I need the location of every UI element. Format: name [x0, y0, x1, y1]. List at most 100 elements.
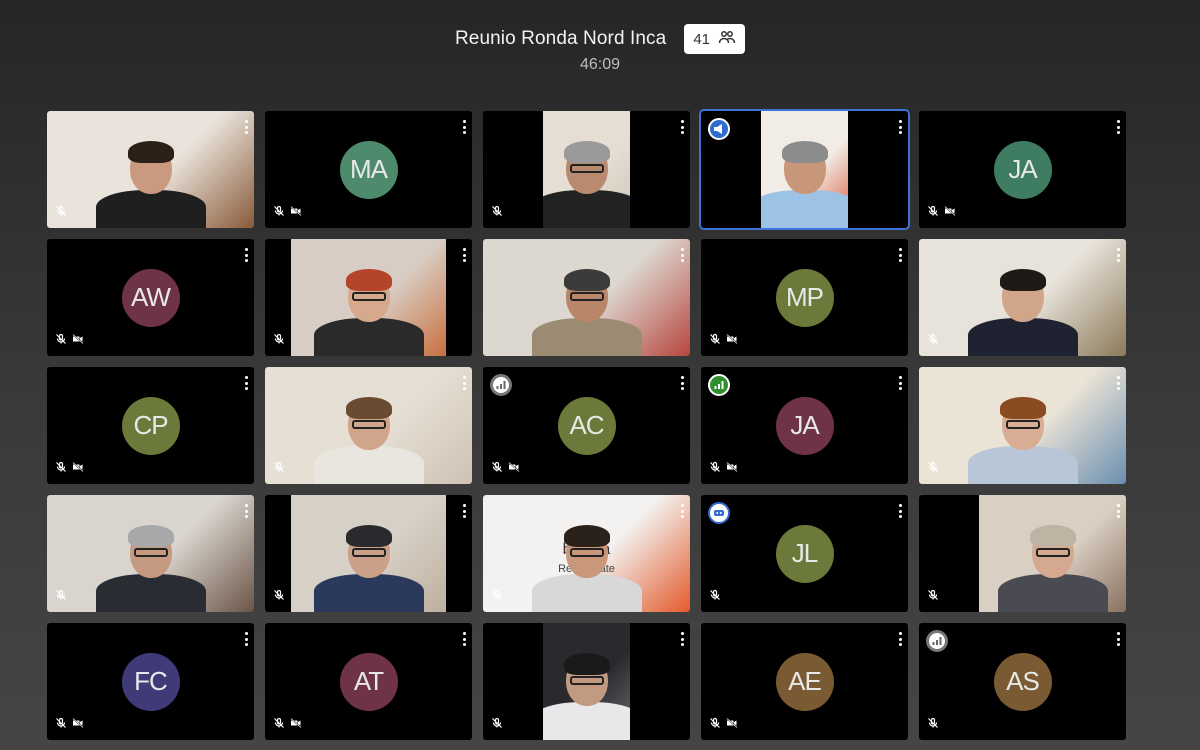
participant-tile[interactable]: JA — [919, 111, 1126, 228]
participant-avatar: AC — [557, 396, 616, 455]
participant-grid: MA JA AW MP CP AC JA biliariaReal Estate JL FC AT A… — [47, 111, 1126, 740]
camera-off-icon — [726, 332, 738, 350]
participant-tile[interactable]: MA — [265, 111, 472, 228]
status-icons — [927, 460, 939, 478]
more-options-icon[interactable] — [1116, 632, 1120, 646]
camera-off-icon — [726, 460, 738, 478]
participant-tile[interactable]: biliariaReal Estate — [483, 495, 690, 612]
more-options-icon[interactable] — [462, 120, 466, 134]
participant-tile[interactable] — [919, 367, 1126, 484]
more-options-icon[interactable] — [898, 376, 902, 390]
more-options-icon[interactable] — [462, 632, 466, 646]
more-options-icon[interactable] — [462, 504, 466, 518]
mic-muted-icon — [55, 716, 67, 734]
glasses — [569, 292, 604, 301]
mic-muted-icon — [491, 204, 503, 222]
participant-tile[interactable]: AW — [47, 239, 254, 356]
status-icons — [927, 332, 939, 350]
more-options-icon[interactable] — [898, 120, 902, 134]
status-icons — [709, 716, 738, 734]
participant-count-button[interactable]: 41 — [684, 24, 746, 54]
participant-tile[interactable]: CP — [47, 367, 254, 484]
person-body — [531, 318, 642, 356]
more-options-icon[interactable] — [462, 376, 466, 390]
more-options-icon[interactable] — [680, 120, 684, 134]
participant-tile[interactable]: MP — [701, 239, 908, 356]
participant-avatar: FC — [121, 652, 180, 711]
person-body — [997, 574, 1108, 612]
more-options-icon[interactable] — [462, 248, 466, 262]
person-silhouette — [95, 141, 206, 228]
more-options-icon[interactable] — [680, 504, 684, 518]
person-silhouette — [543, 141, 630, 228]
participant-tile[interactable] — [47, 111, 254, 228]
person-body — [543, 702, 630, 740]
status-icons — [273, 588, 285, 606]
mic-muted-icon — [55, 460, 67, 478]
participant-avatar: CP — [121, 396, 180, 455]
camera-off-icon — [508, 460, 520, 478]
participant-tile[interactable] — [483, 623, 690, 740]
audio-level-icon — [708, 374, 730, 396]
person-silhouette — [967, 269, 1078, 356]
more-options-icon[interactable] — [244, 120, 248, 134]
participant-tile[interactable]: JL — [701, 495, 908, 612]
more-options-icon[interactable] — [1116, 504, 1120, 518]
participant-tile[interactable]: AT — [265, 623, 472, 740]
participant-tile[interactable] — [701, 111, 908, 228]
participant-tile[interactable]: AS — [919, 623, 1126, 740]
glasses — [133, 548, 168, 557]
person-body — [967, 318, 1078, 356]
mic-muted-icon — [273, 204, 285, 222]
person-silhouette — [761, 141, 848, 228]
participant-tile[interactable]: JA — [701, 367, 908, 484]
more-options-icon[interactable] — [244, 376, 248, 390]
participant-tile[interactable] — [483, 111, 690, 228]
person-silhouette — [967, 397, 1078, 484]
more-options-icon[interactable] — [1116, 120, 1120, 134]
status-icons — [491, 588, 503, 606]
video-young-man — [919, 239, 1126, 356]
glasses — [351, 420, 386, 429]
participant-avatar: MP — [775, 268, 834, 327]
participant-tile[interactable] — [265, 367, 472, 484]
participant-tile[interactable] — [919, 495, 1126, 612]
participant-tile[interactable]: AC — [483, 367, 690, 484]
participant-avatar: MA — [339, 140, 398, 199]
more-options-icon[interactable] — [244, 248, 248, 262]
participant-tile[interactable] — [47, 495, 254, 612]
person-silhouette — [313, 397, 424, 484]
mic-muted-icon — [55, 204, 67, 222]
more-options-icon[interactable] — [1116, 376, 1120, 390]
elapsed-time: 46:09 — [579, 56, 621, 73]
people-icon — [718, 28, 736, 50]
participant-tile[interactable] — [919, 239, 1126, 356]
presenting-icon — [708, 118, 730, 140]
camera-off-icon — [290, 716, 302, 734]
glasses — [1035, 548, 1070, 557]
person-hair — [781, 141, 828, 163]
participant-tile[interactable]: AE — [701, 623, 908, 740]
status-icons — [273, 204, 302, 222]
status-icons — [491, 460, 520, 478]
camera-off-icon — [290, 204, 302, 222]
more-options-icon[interactable] — [244, 632, 248, 646]
participant-tile[interactable] — [483, 239, 690, 356]
status-icons — [55, 460, 84, 478]
mic-muted-icon — [927, 588, 939, 606]
more-options-icon[interactable] — [898, 504, 902, 518]
more-options-icon[interactable] — [1116, 248, 1120, 262]
participant-tile[interactable] — [265, 239, 472, 356]
participant-count: 41 — [693, 30, 711, 48]
more-options-icon[interactable] — [898, 248, 902, 262]
participant-tile[interactable] — [265, 495, 472, 612]
more-options-icon[interactable] — [680, 376, 684, 390]
person-silhouette — [543, 653, 630, 740]
participant-avatar: JA — [993, 140, 1052, 199]
more-options-icon[interactable] — [244, 504, 248, 518]
more-options-icon[interactable] — [680, 248, 684, 262]
more-options-icon[interactable] — [680, 632, 684, 646]
glasses — [569, 548, 604, 557]
more-options-icon[interactable] — [898, 632, 902, 646]
participant-tile[interactable]: FC — [47, 623, 254, 740]
